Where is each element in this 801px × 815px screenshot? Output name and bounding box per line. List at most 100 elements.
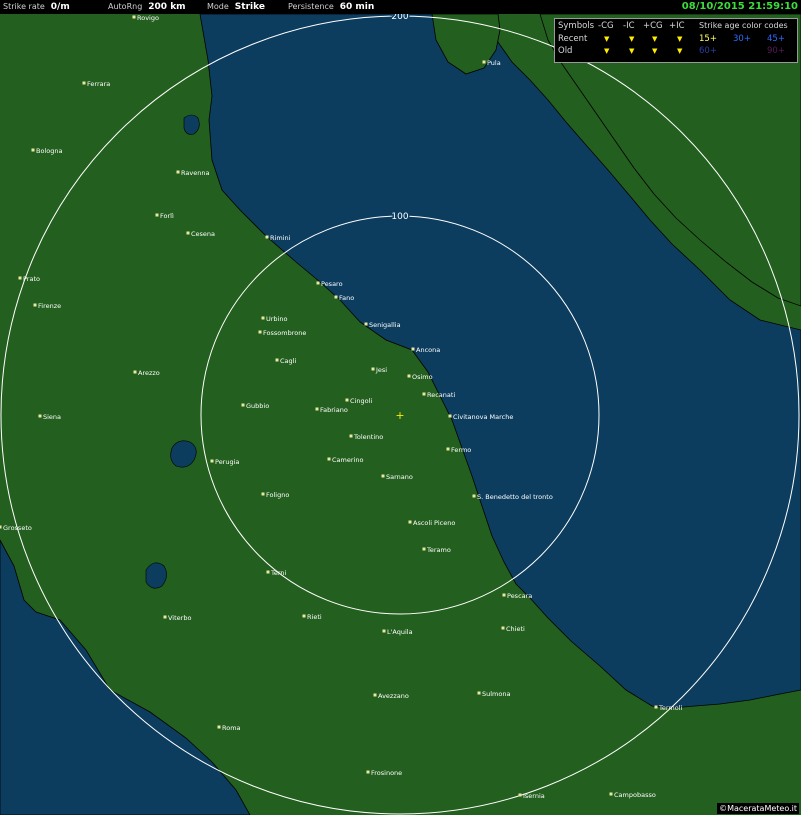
city-label: Firenze [38, 302, 61, 310]
age-code-45: 45+ [767, 34, 785, 44]
city-dot [345, 398, 349, 402]
city-label: Viterbo [168, 614, 191, 622]
city-dot [334, 295, 338, 299]
legend-age-title: Strike age color codes [699, 21, 788, 30]
city-label: Bologna [36, 147, 62, 155]
legend-panel: Symbols -CG -IC +CG +IC Strike age color… [554, 18, 798, 63]
age-code-60: 60+ [699, 46, 717, 56]
age-code-30: 30+ [733, 34, 751, 44]
city-dot [132, 15, 136, 19]
city-label: Cagli [280, 357, 296, 365]
strike-rate: Strike rate 0/m [3, 0, 70, 14]
range-ring-label-200: 200 [391, 14, 408, 22]
city-dot [446, 447, 450, 451]
city-label: Gubbio [246, 402, 269, 410]
symbol-old-ic-neg-icon: ▼ [629, 47, 635, 55]
city-label: Fossombrone [263, 329, 306, 337]
symbol-recent-cg-pos-icon: ▼ [652, 35, 658, 43]
legend-old-label: Old [558, 46, 573, 56]
city-dot [217, 725, 221, 729]
city-dot [275, 358, 279, 362]
city-dot [482, 60, 486, 64]
status-bar: Strike rate 0/m AutoRng 200 km Mode Strike … [0, 0, 801, 14]
legend-col-ic-neg: -IC [623, 21, 635, 31]
city-label: Roma [222, 724, 241, 732]
city-dot [18, 276, 22, 280]
city-dot [0, 525, 2, 529]
persistence-value: 60 min [339, 2, 375, 12]
city-label: L'Aquila [387, 628, 413, 636]
city-dot [261, 492, 265, 496]
persistence: Persistence 60 min [288, 0, 374, 14]
city-dot [302, 614, 306, 618]
city-label: Osimo [412, 373, 433, 381]
symbol-recent-ic-neg-icon: ▼ [629, 35, 635, 43]
city-label: Urbino [266, 315, 287, 323]
city-dot [364, 322, 368, 326]
city-label: Sarnano [386, 473, 413, 481]
city-dot [33, 303, 37, 307]
city-dot [366, 770, 370, 774]
mode-label: Mode [207, 2, 229, 11]
city-dot [38, 414, 42, 418]
city-dot [266, 570, 270, 574]
age-code-90: 90+ [767, 46, 785, 56]
city-label: Fano [339, 294, 354, 302]
city-label: Civitanova Marche [453, 413, 513, 421]
city-dot [265, 235, 269, 239]
station-center-marker: + [395, 409, 404, 422]
legend-recent-label: Recent [558, 34, 588, 44]
mode: Mode Strike [207, 0, 265, 14]
city-label: Avezzano [378, 692, 409, 700]
city-label: Perugia [215, 458, 239, 466]
city-dot [186, 231, 190, 235]
city-dot [422, 392, 426, 396]
city-label: Ravenna [181, 169, 209, 177]
city-label: Fabriano [320, 406, 348, 414]
city-dot [371, 367, 375, 371]
city-dot [155, 213, 159, 217]
city-dot [176, 170, 180, 174]
city-label: S. Benedetto del tronto [477, 493, 553, 501]
city-label: Cingoli [350, 397, 372, 405]
city-label: Rovigo [137, 14, 159, 22]
city-label: Rimini [270, 234, 291, 242]
mode-value: Strike [234, 2, 265, 12]
city-label: Arezzo [138, 369, 160, 377]
city-label: Pesaro [321, 280, 343, 288]
city-label: Chieti [506, 625, 525, 633]
city-dot [408, 520, 412, 524]
legend-symbols-label: Symbols [558, 21, 595, 31]
city-label: Siena [43, 413, 61, 421]
city-dot [373, 693, 377, 697]
city-dot [261, 316, 265, 320]
city-dot [258, 330, 262, 334]
city-dot [422, 547, 426, 551]
symbol-old-cg-neg-icon: ▼ [604, 47, 610, 55]
timestamp: 08/10/2015 21:59:10 [681, 1, 798, 12]
city-label: Termoli [658, 704, 683, 712]
city-label: Senigallia [369, 321, 401, 329]
legend-col-cg-neg: -CG [598, 21, 614, 31]
city-dot [501, 626, 505, 630]
city-dot [477, 691, 481, 695]
city-dot [31, 148, 35, 152]
city-label: Ascoli Piceno [413, 519, 455, 527]
credit-watermark: ©MacerataMeteo.it [717, 803, 799, 814]
symbol-old-cg-pos-icon: ▼ [652, 47, 658, 55]
city-dot [315, 407, 319, 411]
symbol-recent-cg-neg-icon: ▼ [604, 35, 610, 43]
city-label: Pescara [507, 592, 532, 600]
city-label: Fermo [451, 446, 471, 454]
city-dot [654, 705, 658, 709]
city-label: Campobasso [614, 791, 656, 799]
range-ring-label-100: 100 [391, 212, 408, 222]
symbol-old-ic-pos-icon: ▼ [677, 47, 683, 55]
city-dot [609, 792, 613, 796]
city-dot [411, 347, 415, 351]
auto-range-value: 200 km [148, 2, 186, 12]
city-dot [316, 281, 320, 285]
city-dot [381, 474, 385, 478]
city-label: Grosseto [3, 524, 32, 532]
city-dot [518, 793, 522, 797]
